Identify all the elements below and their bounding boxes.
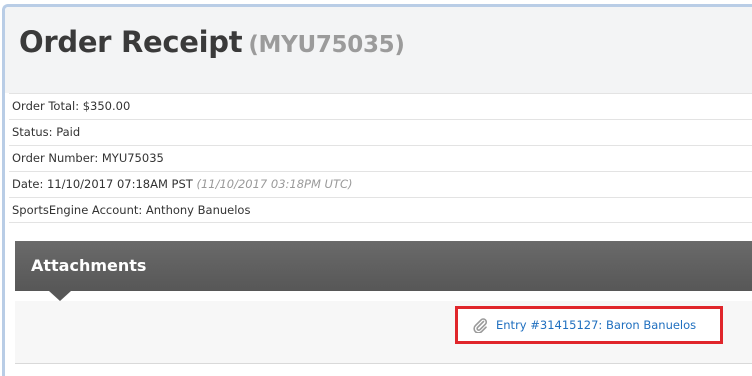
page-title: Order Receipt (MYU75035) (19, 25, 405, 59)
detail-utc-date: (11/10/2017 03:18PM UTC) (196, 177, 353, 191)
attachments-notch (49, 291, 71, 301)
paperclip-icon (472, 317, 488, 334)
detail-value: Anthony Banuelos (145, 203, 251, 217)
receipt-panel: Order Receipt (MYU75035) Order Total: $35… (2, 4, 752, 376)
detail-row-account: SportsEngine Account: Anthony Banuelos (9, 197, 752, 223)
detail-label: Status: (12, 125, 53, 139)
receipt-header: Order Receipt (MYU75035) (5, 7, 752, 93)
detail-value: 11/10/2017 07:18AM PST (47, 177, 193, 191)
title-text: Order Receipt (19, 25, 243, 59)
attachments-heading: Attachments (31, 256, 147, 275)
detail-value: Paid (56, 125, 81, 139)
order-code: (MYU75035) (248, 32, 405, 58)
detail-label: SportsEngine Account: (12, 203, 143, 217)
attachments-header: Attachments (15, 241, 752, 301)
detail-row-order-total: Order Total: $350.00 (9, 93, 752, 119)
order-details: Order Total: $350.00 Status: Paid Order … (9, 93, 752, 223)
detail-label: Order Number: (12, 151, 99, 165)
detail-label: Order Total: (12, 99, 80, 113)
detail-row-date: Date: 11/10/2017 07:18AM PST (11/10/2017… (9, 171, 752, 197)
attachment-entry-link[interactable]: Entry #31415127: Baron Banuelos (496, 318, 696, 332)
attachments-body: Entry #31415127: Baron Banuelos (15, 301, 752, 364)
detail-value: $350.00 (82, 99, 131, 113)
attachment-highlight-box: Entry #31415127: Baron Banuelos (455, 306, 723, 344)
detail-row-order-number: Order Number: MYU75035 (9, 145, 752, 171)
detail-label: Date: (12, 177, 44, 191)
detail-row-status: Status: Paid (9, 119, 752, 145)
detail-value: MYU75035 (101, 151, 164, 165)
